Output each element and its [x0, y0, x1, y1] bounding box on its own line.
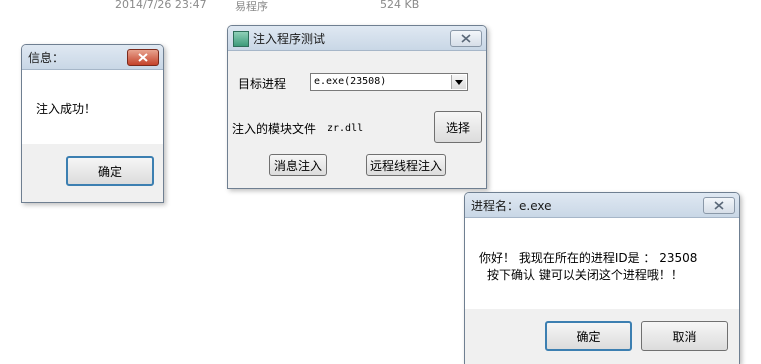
info-ok-button[interactable]: 确定 [66, 156, 154, 186]
process-ok-button[interactable]: 确定 [545, 321, 632, 351]
info-message: 注入成功！ [36, 102, 97, 116]
close-icon [461, 34, 471, 43]
process-dialog-body: 你好！ 我现在所在的进程ID是 ： 23508 按下确认 键可以关闭这个进程哦！… [465, 218, 739, 310]
chevron-down-icon[interactable] [451, 75, 466, 89]
inject-dialog-close-button[interactable] [450, 30, 482, 47]
remote-thread-inject-button[interactable]: 远程线程注入 [366, 154, 446, 176]
process-cancel-button[interactable]: 取消 [641, 321, 728, 351]
process-dialog-title: 进程名：e.exe [471, 199, 552, 213]
info-dialog-close-button[interactable] [127, 49, 159, 66]
info-dialog-title: 信息： [28, 51, 65, 65]
browse-button[interactable]: 选择 [434, 111, 482, 143]
inject-dialog-title: 注入程序测试 [253, 32, 326, 46]
app-icon [233, 31, 249, 47]
process-message-line1: 你好！ 我现在所在的进程ID是 ： 23508 [479, 251, 698, 265]
module-file-value: zr.dll [327, 123, 364, 134]
background-file-row: 2014/7/26 23:47 易程序 524 KB [0, 0, 761, 13]
process-dialog: 进程名：e.exe 你好！ 我现在所在的进程ID是 ： 23508 按下确认 键… [464, 192, 740, 364]
message-inject-button[interactable]: 消息注入 [269, 154, 327, 176]
file-type: 易程序 [235, 0, 268, 13]
process-select[interactable]: e.exe(23508) [310, 73, 468, 91]
info-dialog: 信息： 注入成功！ 确定 [21, 44, 164, 203]
info-dialog-footer: 确定 [22, 144, 163, 202]
target-process-label: 目标进程 [238, 77, 287, 91]
inject-dialog-titlebar[interactable]: 注入程序测试 [228, 26, 486, 51]
inject-dialog: 注入程序测试 目标进程 e.exe(23508) 注入的模块文件 zr.dll … [227, 25, 487, 189]
info-dialog-titlebar[interactable]: 信息： [22, 45, 163, 70]
module-file-label: 注入的模块文件 [232, 122, 317, 136]
close-icon [714, 201, 724, 210]
file-size: 524 KB [380, 0, 420, 11]
info-dialog-body: 注入成功！ [22, 70, 163, 145]
process-dialog-titlebar[interactable]: 进程名：e.exe [465, 193, 739, 218]
file-date: 2014/7/26 23:47 [115, 0, 207, 11]
process-select-value: e.exe(23508) [314, 76, 387, 87]
process-message-line2: 按下确认 键可以关闭这个进程哦！！ [487, 268, 683, 282]
process-dialog-close-button[interactable] [703, 197, 735, 214]
close-icon [138, 53, 148, 62]
process-dialog-footer: 确定 取消 [465, 309, 739, 364]
